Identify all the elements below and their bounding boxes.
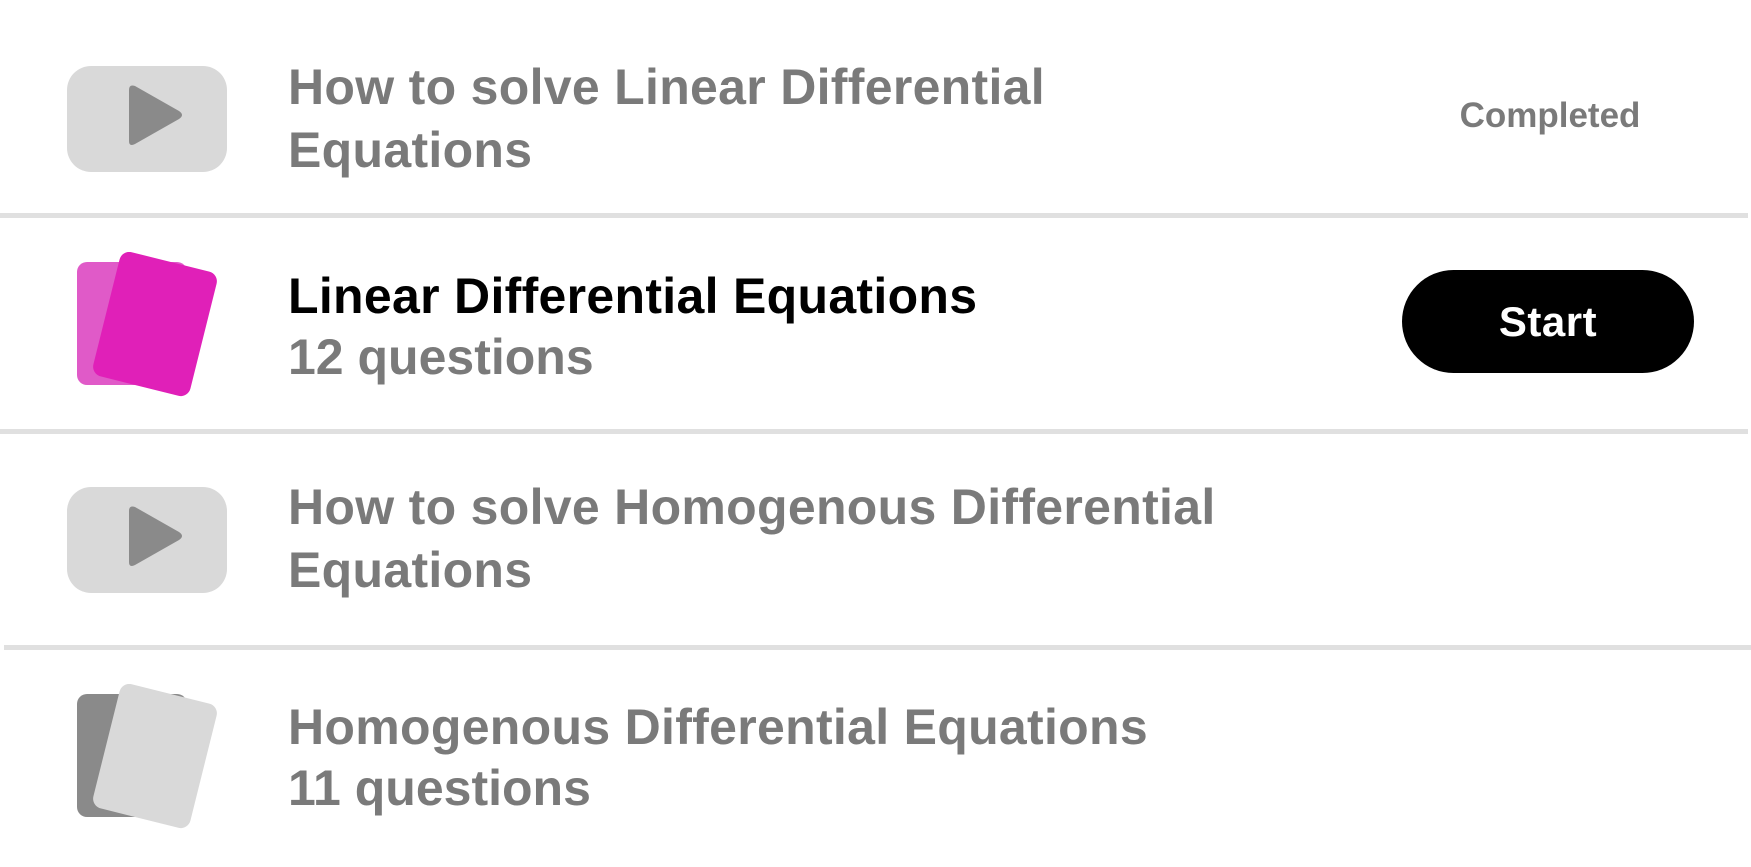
lesson-list: How to solve Linear Differential Equatio… <box>0 0 1751 867</box>
status-completed: Completed <box>1459 96 1641 135</box>
flashcards-icon <box>67 251 227 402</box>
item-title-line: How to solve Linear Differential <box>288 59 1045 115</box>
item-subtitle: 12 questions <box>288 329 594 385</box>
start-button[interactable]: Start <box>1402 270 1694 373</box>
item-title: How to solve Linear Differential Equatio… <box>288 56 1045 182</box>
item-title: Linear Differential Equations <box>288 268 978 324</box>
item-title: Homogenous Differential Equations <box>288 699 1148 755</box>
item-title-line: Equations <box>288 542 533 598</box>
list-item-quiz-homogenous[interactable]: Homogenous Differential Equations 11 que… <box>0 650 1751 867</box>
item-title-line: Equations <box>288 122 533 178</box>
play-icon <box>129 506 182 566</box>
item-title-line: How to solve Homogenous Differential <box>288 479 1216 535</box>
flashcards-icon <box>67 683 227 834</box>
item-title: How to solve Homogenous Differential Equ… <box>288 476 1216 602</box>
list-item-video-homogenous[interactable]: How to solve Homogenous Differential Equ… <box>0 434 1751 646</box>
video-thumbnail <box>67 66 227 172</box>
item-subtitle: 11 questions <box>288 760 591 816</box>
video-thumbnail <box>67 487 227 593</box>
play-icon <box>129 85 182 145</box>
list-item-video-linear[interactable]: How to solve Linear Differential Equatio… <box>0 0 1751 212</box>
